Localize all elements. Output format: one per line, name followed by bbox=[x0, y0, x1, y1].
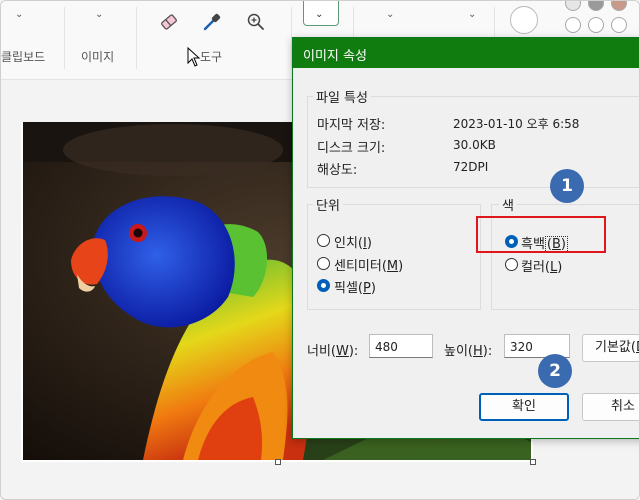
dialog-title: 이미지 속성 bbox=[303, 49, 367, 64]
highlight-box bbox=[476, 216, 606, 253]
group-label-image: 이미지 bbox=[81, 50, 115, 64]
width-label: 너비(W): bbox=[307, 344, 359, 359]
last-saved-value: 2023-01-10 오후 6:58 bbox=[453, 117, 580, 131]
height-label: 높이(H): bbox=[444, 344, 493, 359]
resolution-value: 72DPI bbox=[453, 160, 489, 174]
color-swatch[interactable] bbox=[588, 1, 604, 11]
group-label-tools: 도구 bbox=[200, 50, 223, 64]
chevron-down-icon[interactable]: ⌄ bbox=[95, 9, 103, 20]
color-picker-icon[interactable] bbox=[201, 11, 223, 33]
radio-color[interactable] bbox=[505, 258, 518, 271]
radio-centimeter-label[interactable]: 센티미터(M) bbox=[334, 255, 403, 274]
ribbon-separator bbox=[136, 7, 137, 69]
color-swatch[interactable] bbox=[565, 1, 581, 11]
default-button[interactable]: 기본값(D) bbox=[582, 334, 639, 362]
disk-size-value: 30.0KB bbox=[453, 138, 496, 152]
chevron-down-icon[interactable]: ⌄ bbox=[386, 9, 394, 20]
radio-inch[interactable] bbox=[317, 234, 330, 247]
color-swatch[interactable] bbox=[611, 1, 627, 11]
ok-button[interactable]: 확인 bbox=[479, 393, 569, 421]
resize-handle[interactable] bbox=[530, 459, 536, 465]
group-label-clipboard: 클립보드 bbox=[1, 50, 46, 64]
step-badge-1: 1 bbox=[550, 169, 584, 203]
color-swatch[interactable] bbox=[588, 17, 604, 33]
cancel-button[interactable]: 취소 bbox=[582, 393, 639, 421]
radio-pixel-label[interactable]: 픽셀(P) bbox=[334, 277, 376, 296]
color-swatch[interactable] bbox=[565, 17, 581, 33]
file-properties-title: 파일 특성 bbox=[313, 87, 371, 106]
magnifier-icon[interactable] bbox=[245, 11, 267, 33]
paint-window: ⌄ ⌄ ⌄ ⌄ 클립보드 이미지 도구 ⌄ 이미지 속성 파일 특성 마지막 저… bbox=[0, 0, 640, 500]
last-saved-label: 마지막 저장: bbox=[317, 118, 386, 133]
chevron-down-icon[interactable]: ⌄ bbox=[468, 9, 476, 20]
radio-inch-label[interactable]: 인치(I) bbox=[334, 232, 372, 251]
chevron-down-icon[interactable]: ⌄ bbox=[15, 9, 23, 20]
radio-color-label[interactable]: 컬러(L) bbox=[521, 256, 562, 275]
width-input[interactable]: 480 bbox=[369, 334, 433, 358]
resize-handle[interactable] bbox=[275, 459, 281, 465]
units-title: 단위 bbox=[313, 195, 343, 214]
radio-pixel[interactable] bbox=[317, 279, 330, 292]
color-swatch[interactable] bbox=[611, 17, 627, 33]
primary-color-swatch[interactable] bbox=[510, 6, 538, 34]
shapes-dropdown-button[interactable]: ⌄ bbox=[303, 1, 339, 26]
disk-size-label: 디스크 크기: bbox=[317, 141, 386, 156]
color-title: 색 bbox=[499, 195, 517, 214]
resolution-label: 해상도: bbox=[317, 163, 358, 178]
eraser-icon[interactable] bbox=[158, 11, 180, 33]
radio-centimeter[interactable] bbox=[317, 257, 330, 270]
chevron-down-icon: ⌄ bbox=[315, 9, 324, 20]
mouse-cursor-icon bbox=[187, 47, 201, 67]
step-badge-2: 2 bbox=[538, 354, 572, 388]
ribbon-separator bbox=[64, 7, 65, 69]
dialog-title-bar[interactable]: 이미지 속성 bbox=[293, 38, 639, 68]
